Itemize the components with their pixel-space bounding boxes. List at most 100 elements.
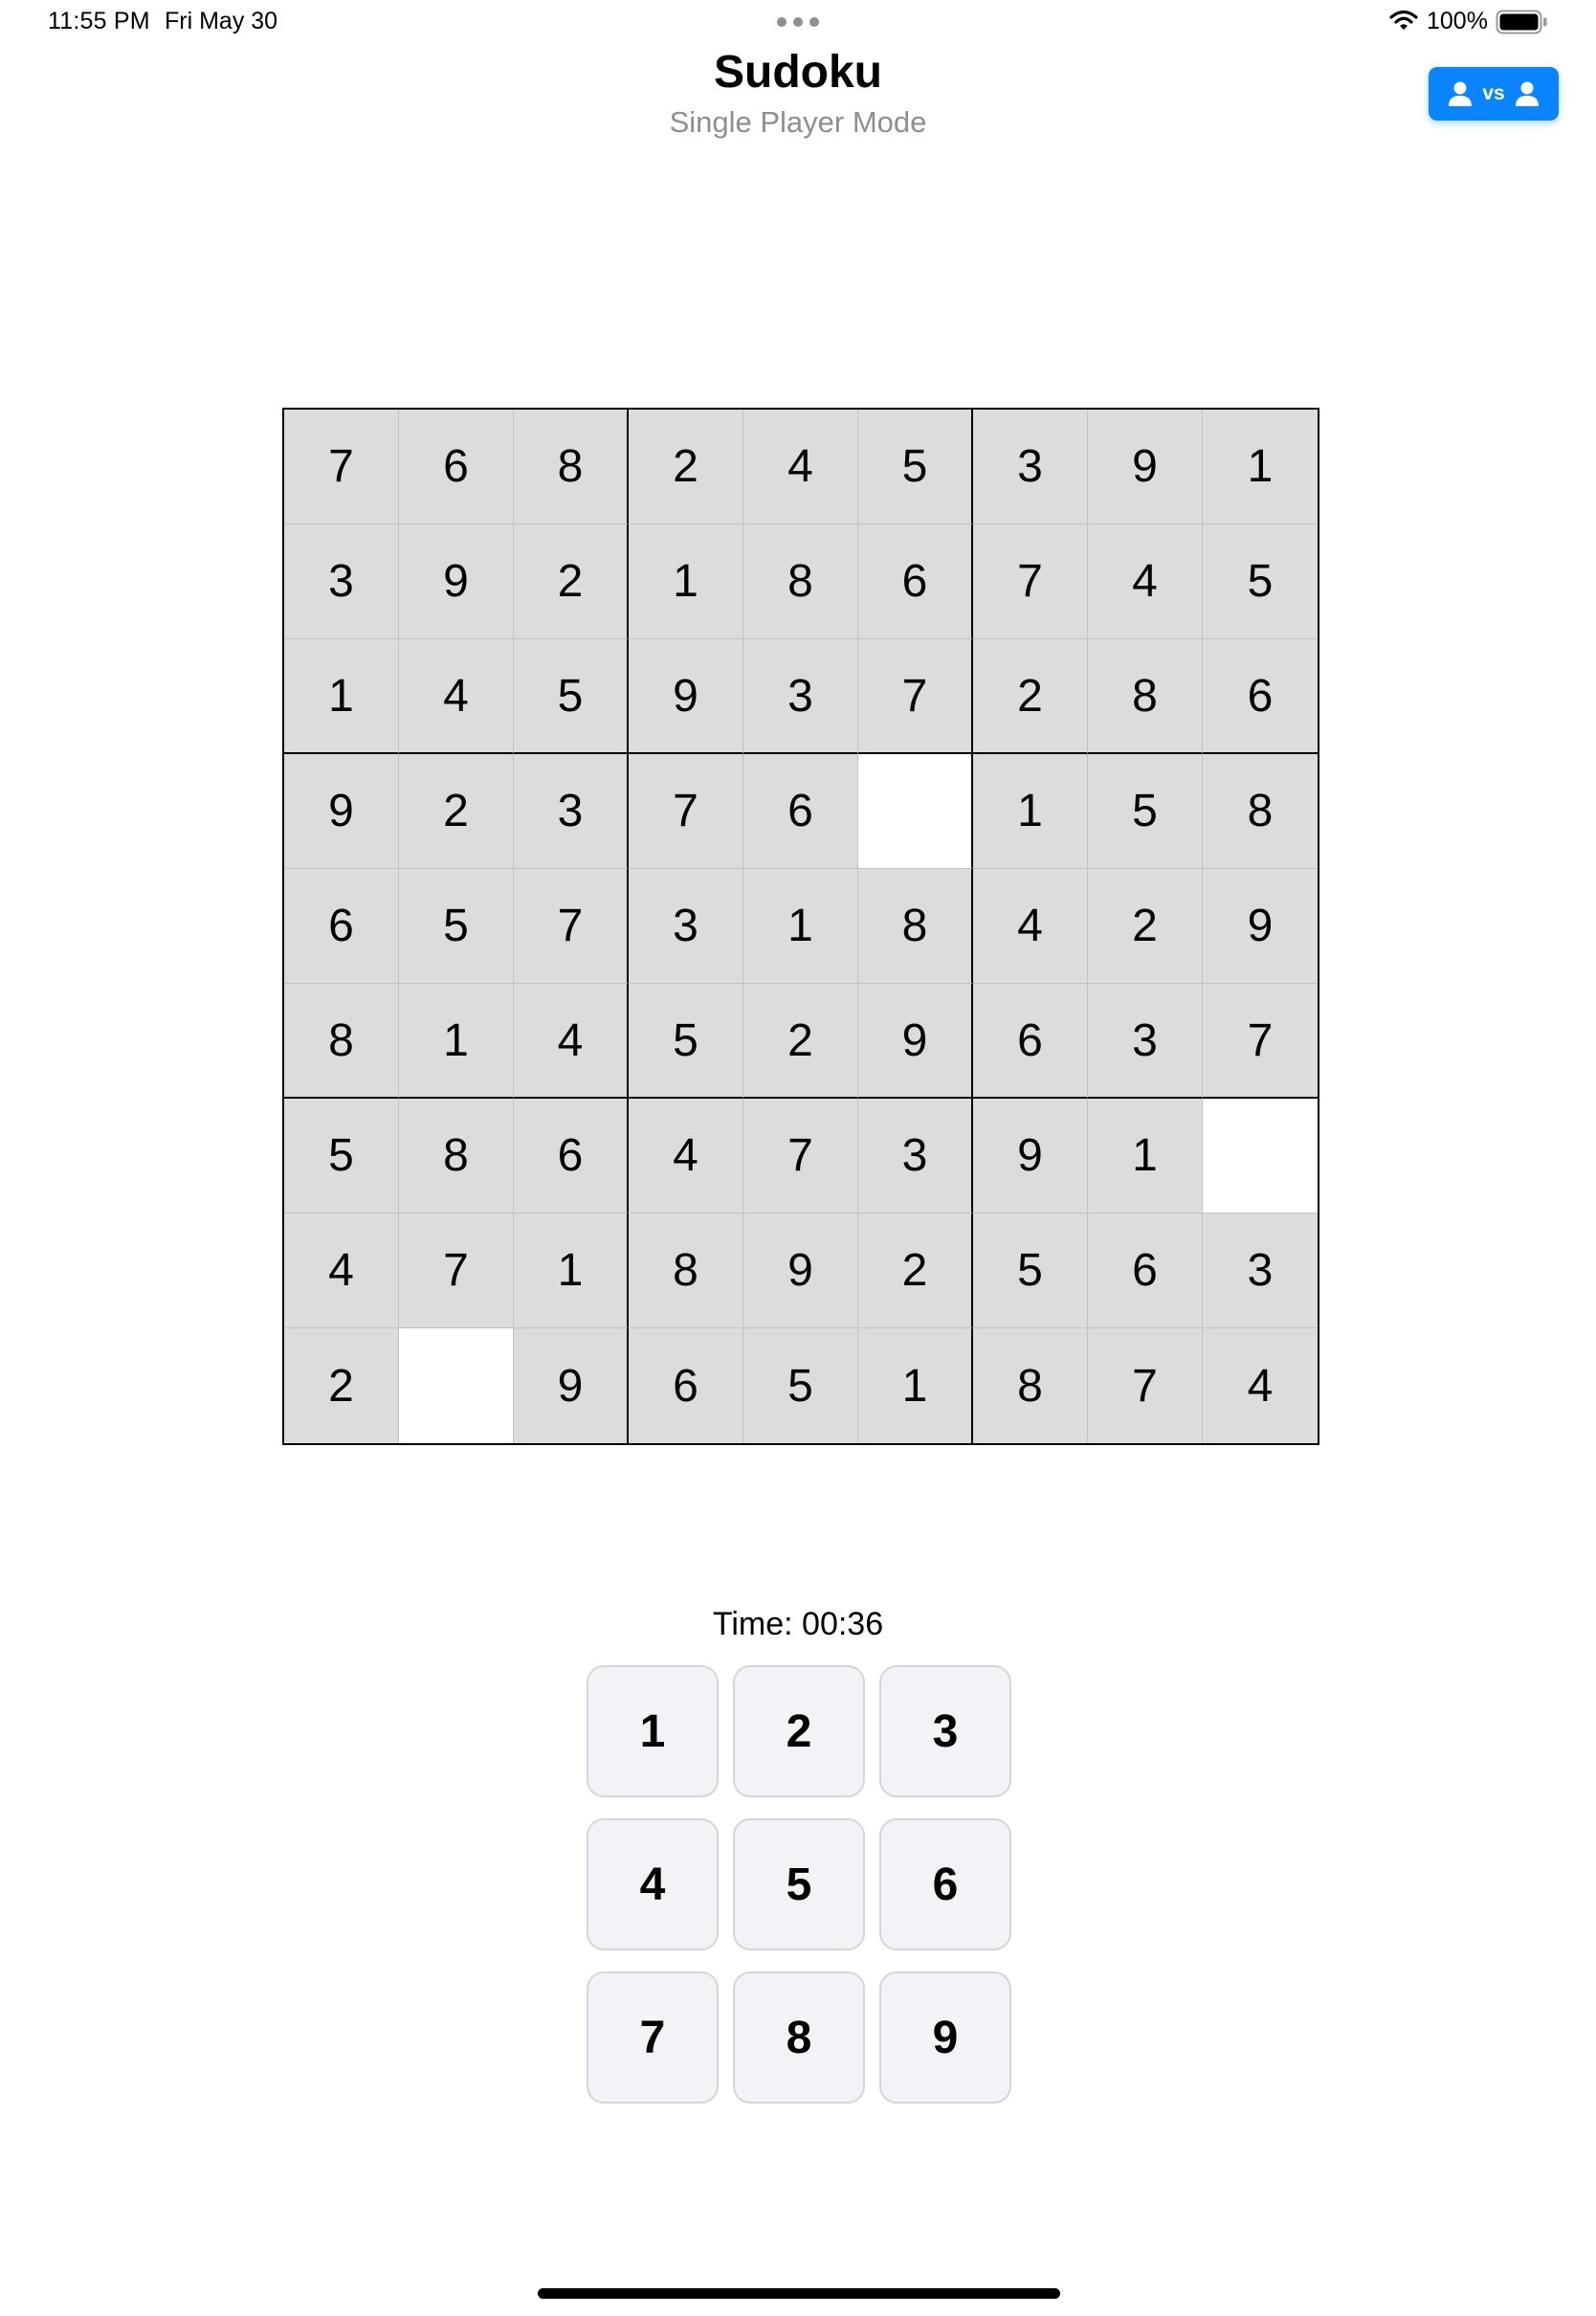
board-cell[interactable]: 1 [1088, 1099, 1203, 1214]
board-cell[interactable]: 3 [973, 410, 1088, 524]
number-key-9[interactable]: 9 [879, 1971, 1011, 2104]
board-cell[interactable]: 5 [1088, 754, 1203, 869]
board-cell[interactable]: 9 [858, 984, 973, 1099]
board-cell[interactable]: 2 [743, 984, 858, 1099]
empty-cell[interactable] [399, 1328, 514, 1443]
board-cell[interactable]: 5 [858, 410, 973, 524]
board-cell[interactable]: 3 [1203, 1214, 1318, 1328]
board-cell[interactable]: 7 [743, 1099, 858, 1214]
number-key-3[interactable]: 3 [879, 1665, 1011, 1797]
board-cell[interactable]: 8 [1203, 754, 1318, 869]
board-cell[interactable]: 1 [743, 869, 858, 984]
board-cell[interactable]: 7 [1088, 1328, 1203, 1443]
timer: Time: 00:36 [712, 1606, 884, 1642]
board-cell[interactable]: 1 [973, 754, 1088, 869]
board-cell[interactable]: 1 [514, 1214, 629, 1328]
board-cell[interactable]: 4 [399, 639, 514, 754]
board-cell[interactable]: 9 [399, 524, 514, 639]
board-cell[interactable]: 5 [743, 1328, 858, 1443]
board-cell[interactable]: 2 [284, 1328, 399, 1443]
board-cell[interactable]: 9 [514, 1328, 629, 1443]
board-cell[interactable]: 2 [629, 410, 743, 524]
board-cell[interactable]: 4 [973, 869, 1088, 984]
board-cell[interactable]: 6 [743, 754, 858, 869]
board-cell[interactable]: 1 [1203, 410, 1318, 524]
empty-cell[interactable] [858, 754, 973, 869]
board-cell[interactable]: 4 [284, 1214, 399, 1328]
board-cell[interactable]: 3 [514, 754, 629, 869]
board-cell[interactable]: 1 [284, 639, 399, 754]
board-cell[interactable]: 3 [629, 869, 743, 984]
board-cell[interactable]: 8 [629, 1214, 743, 1328]
number-key-7[interactable]: 7 [587, 1971, 719, 2104]
board-cell[interactable]: 6 [399, 410, 514, 524]
board-cell[interactable]: 2 [858, 1214, 973, 1328]
board-cell[interactable]: 1 [629, 524, 743, 639]
number-key-6[interactable]: 6 [879, 1818, 1011, 1950]
board-cell[interactable]: 5 [284, 1099, 399, 1214]
number-key-8[interactable]: 8 [733, 1971, 865, 2104]
board-cell[interactable]: 4 [629, 1099, 743, 1214]
board-cell[interactable]: 5 [973, 1214, 1088, 1328]
number-key-1[interactable]: 1 [587, 1665, 719, 1797]
number-key-5[interactable]: 5 [733, 1818, 865, 1950]
board-cell[interactable]: 3 [1088, 984, 1203, 1099]
board-cell[interactable]: 7 [1203, 984, 1318, 1099]
board-cell[interactable]: 1 [858, 1328, 973, 1443]
board-cell[interactable]: 7 [284, 410, 399, 524]
status-time: 11:55 PM [48, 8, 150, 34]
board-cell[interactable]: 8 [743, 524, 858, 639]
board-cell[interactable]: 2 [399, 754, 514, 869]
board-cell[interactable]: 2 [1088, 869, 1203, 984]
multitask-dots-icon[interactable] [777, 17, 819, 27]
board-cell[interactable]: 9 [629, 639, 743, 754]
board-cell[interactable]: 5 [1203, 524, 1318, 639]
page-title: Sudoku [714, 47, 882, 98]
board-cell[interactable]: 8 [284, 984, 399, 1099]
board-cell[interactable]: 6 [1088, 1214, 1203, 1328]
board-cell[interactable]: 5 [399, 869, 514, 984]
person-icon [1515, 81, 1539, 106]
board-cell[interactable]: 6 [973, 984, 1088, 1099]
board-cell[interactable]: 8 [1088, 639, 1203, 754]
board-cell[interactable]: 4 [514, 984, 629, 1099]
board-cell[interactable]: 6 [284, 869, 399, 984]
board-cell[interactable]: 6 [1203, 639, 1318, 754]
board-cell[interactable]: 5 [514, 639, 629, 754]
board-cell[interactable]: 2 [514, 524, 629, 639]
board-cell[interactable]: 4 [743, 410, 858, 524]
board-cell[interactable]: 8 [858, 869, 973, 984]
board-cell[interactable]: 3 [284, 524, 399, 639]
battery-icon [1496, 10, 1547, 34]
board-cell[interactable]: 9 [743, 1214, 858, 1328]
board-cell[interactable]: 9 [973, 1099, 1088, 1214]
board-cell[interactable]: 7 [973, 524, 1088, 639]
board-cell[interactable]: 5 [629, 984, 743, 1099]
board-cell[interactable]: 7 [514, 869, 629, 984]
board-cell[interactable]: 8 [399, 1099, 514, 1214]
board-cell[interactable]: 6 [629, 1328, 743, 1443]
board-cell[interactable]: 7 [858, 639, 973, 754]
board-cell[interactable]: 3 [858, 1099, 973, 1214]
home-indicator[interactable] [538, 2288, 1060, 2299]
board-cell[interactable]: 4 [1203, 1328, 1318, 1443]
board-cell[interactable]: 1 [399, 984, 514, 1099]
board-cell[interactable]: 9 [1203, 869, 1318, 984]
battery-percentage: 100% [1427, 8, 1488, 34]
board-cell[interactable]: 7 [629, 754, 743, 869]
status-date: Fri May 30 [165, 8, 278, 34]
board-cell[interactable]: 6 [514, 1099, 629, 1214]
board-cell[interactable]: 6 [858, 524, 973, 639]
number-key-2[interactable]: 2 [733, 1665, 865, 1797]
board-cell[interactable]: 8 [514, 410, 629, 524]
versus-mode-button[interactable]: vs [1429, 67, 1559, 121]
board-cell[interactable]: 9 [1088, 410, 1203, 524]
board-cell[interactable]: 2 [973, 639, 1088, 754]
number-key-4[interactable]: 4 [587, 1818, 719, 1950]
board-cell[interactable]: 3 [743, 639, 858, 754]
board-cell[interactable]: 7 [399, 1214, 514, 1328]
board-cell[interactable]: 8 [973, 1328, 1088, 1443]
board-cell[interactable]: 9 [284, 754, 399, 869]
empty-cell[interactable] [1203, 1099, 1318, 1214]
board-cell[interactable]: 4 [1088, 524, 1203, 639]
